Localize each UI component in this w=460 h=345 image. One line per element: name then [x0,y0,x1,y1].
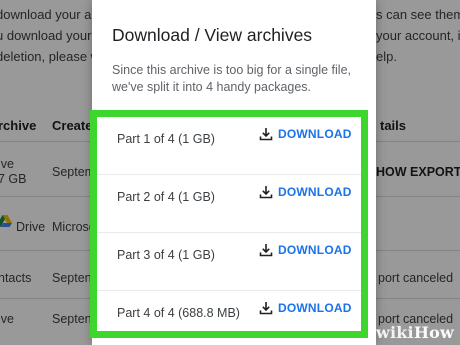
download-button[interactable]: DOWNLOAD [259,125,352,143]
part-label: Part 1 of 4 (1 GB) [117,132,215,146]
download-label: DOWNLOAD [278,243,352,257]
wikihow-watermark: wikiHow [376,323,454,342]
download-icon [259,128,273,141]
download-label: DOWNLOAD [278,301,352,315]
download-button[interactable]: DOWNLOAD [259,241,352,259]
archive-part-row: Part 3 of 4 (1 GB) DOWNLOAD [97,233,361,291]
part-label: Part 4 of 4 (688.8 MB) [117,306,240,320]
part-label: Part 3 of 4 (1 GB) [117,248,215,262]
download-label: DOWNLOAD [278,127,352,141]
download-button[interactable]: DOWNLOAD [259,183,352,201]
dialog-description: Since this archive is too big for a sing… [112,62,362,96]
screen: download your arc u download your deleti… [0,0,460,345]
download-icon [259,244,273,257]
archive-parts-list: Part 1 of 4 (1 GB) DOWNLOAD Part 2 of 4 … [97,117,361,345]
download-label: DOWNLOAD [278,185,352,199]
archive-part-row: Part 4 of 4 (688.8 MB) DOWNLOAD [97,291,361,345]
archive-part-row: Part 1 of 4 (1 GB) DOWNLOAD [97,117,361,175]
download-icon [259,186,273,199]
part-label: Part 2 of 4 (1 GB) [117,190,215,204]
watermark-wiki: wiki [376,323,414,342]
download-icon [259,302,273,315]
watermark-how: How [413,323,454,342]
dialog-title: Download / View archives [112,25,313,45]
description-line: we've split it into 4 handy packages. [112,80,312,94]
download-button[interactable]: DOWNLOAD [259,299,352,317]
archive-part-row: Part 2 of 4 (1 GB) DOWNLOAD [97,175,361,233]
description-line: Since this archive is too big for a sing… [112,63,352,77]
